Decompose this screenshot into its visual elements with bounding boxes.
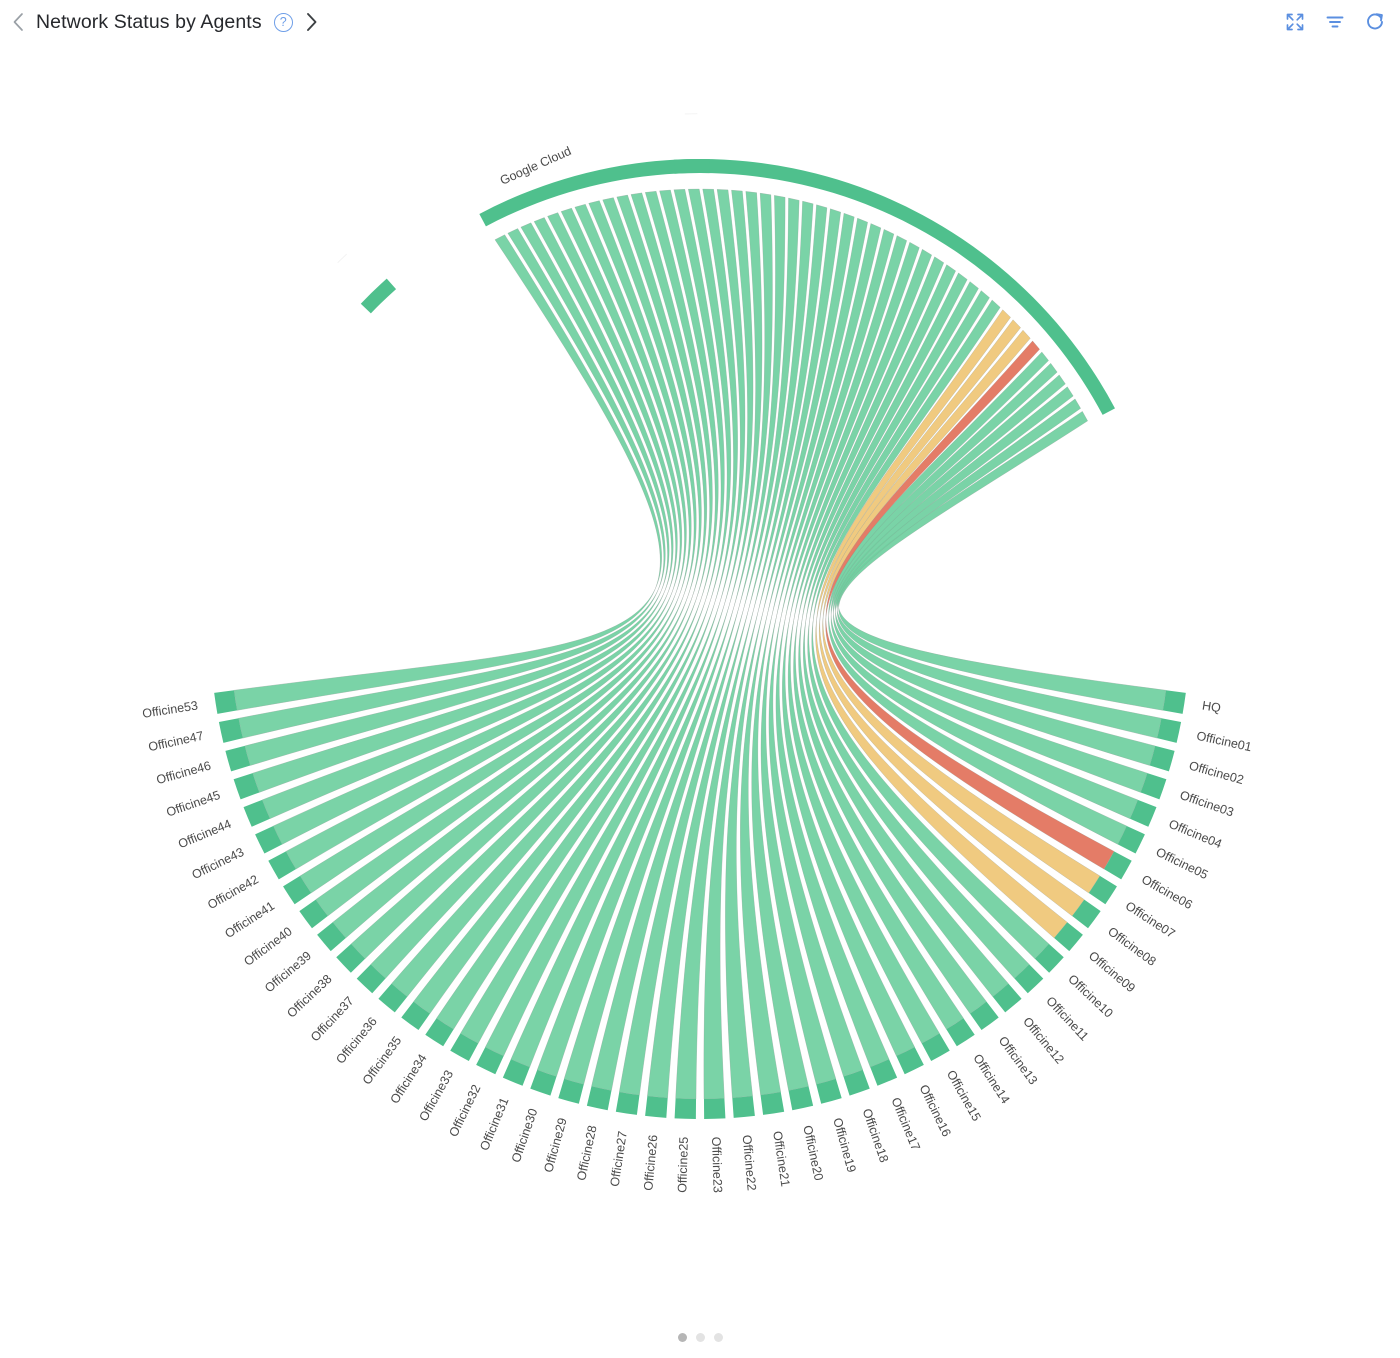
chevron-right-icon[interactable]	[303, 10, 319, 34]
pagination-dot-2[interactable]	[695, 1332, 705, 1342]
node-label-officine14: Officine14	[970, 1052, 1012, 1107]
node-label-officine46: Officine46	[155, 759, 213, 788]
agent-node-officine22[interactable]	[732, 1096, 755, 1118]
agent-node-officine25[interactable]	[674, 1098, 697, 1119]
chord-link-officine04[interactable]	[830, 362, 1139, 820]
page-header: Network Status by Agents ?	[0, 0, 1400, 44]
node-label-officine08: Officine08	[1105, 924, 1158, 969]
node-label-officine35: Officine35	[360, 1034, 405, 1087]
agent-node-officine26[interactable]	[645, 1096, 668, 1118]
node-label-officine05: Officine05	[1154, 845, 1211, 882]
chord-diagram-container[interactable]: — — Google Cloud HQ Officine01 Officine02 Offi…	[0, 44, 1400, 1320]
node-label-officine18: Officine18	[860, 1107, 892, 1165]
node-label-officine32: Officine32	[446, 1082, 483, 1139]
agent-node-officine01[interactable]	[1157, 718, 1182, 743]
node-label-officine04: Officine04	[1167, 817, 1224, 851]
node-label-officine03: Officine03	[1178, 788, 1236, 820]
node-label-officine29: Officine29	[541, 1116, 570, 1174]
node-label-officine28: Officine28	[574, 1124, 599, 1182]
node-label-officine26: Officine26	[641, 1134, 660, 1191]
agent-node-officine23[interactable]	[703, 1098, 726, 1119]
node-label-officine23: Officine23	[709, 1137, 725, 1193]
chevron-left-icon[interactable]	[10, 10, 26, 34]
node-label-officine47: Officine47	[147, 729, 205, 755]
chord-links-layer	[233, 188, 1167, 1100]
node-label-officine42: Officine42	[205, 872, 261, 912]
faded-hub-label-2: —	[685, 106, 698, 120]
agent-node-officine47[interactable]	[218, 718, 243, 743]
node-label-officine22: Officine22	[740, 1134, 759, 1191]
node-label-officine11: Officine11	[1043, 994, 1091, 1044]
node-label-officine02: Officine02	[1187, 759, 1245, 788]
expand-icon[interactable]	[1284, 11, 1306, 33]
node-label-officine40: Officine40	[241, 924, 294, 969]
carousel-pagination[interactable]	[0, 1330, 1400, 1344]
node-label-officine45: Officine45	[164, 788, 222, 820]
node-label-officine44: Officine44	[176, 817, 233, 851]
cutoff-bottom-text: — — — — — —	[1010, 1348, 1400, 1358]
node-label-officine13: Officine13	[996, 1034, 1041, 1087]
agent-node-officine20[interactable]	[788, 1086, 814, 1111]
node-label-officine15: Officine15	[944, 1068, 984, 1124]
node-label-officine36: Officine36	[333, 1014, 380, 1066]
question-mark-icon[interactable]: ?	[273, 12, 293, 32]
agent-node-officine53[interactable]	[214, 690, 238, 714]
faded-hub-node-2[interactable]	[673, 159, 710, 174]
node-label-hq: HQ	[1201, 698, 1222, 715]
filter-icon[interactable]	[1324, 11, 1346, 33]
node-label-officine25: Officine25	[675, 1136, 691, 1192]
faded-hub-node-1[interactable]	[360, 278, 397, 314]
page-title: Network Status by Agents	[36, 10, 262, 33]
refresh-icon[interactable]	[1364, 11, 1386, 33]
node-label-officine27: Officine27	[608, 1130, 630, 1188]
node-label-officine53: Officine53	[141, 698, 199, 720]
pagination-dot-3[interactable]	[713, 1332, 723, 1342]
node-label-officine31: Officine31	[477, 1095, 511, 1152]
pagination-dot-1[interactable]	[677, 1332, 687, 1342]
node-label-officine12: Officine12	[1020, 1015, 1067, 1067]
node-label-officine21: Officine21	[770, 1130, 792, 1188]
chord-diagram[interactable]: ——Google CloudHQOfficine01Officine02Offi…	[0, 44, 1400, 1320]
agent-node-officine21[interactable]	[760, 1092, 785, 1115]
agent-node-officine28[interactable]	[586, 1086, 612, 1111]
node-label-officine06: Officine06	[1139, 872, 1195, 912]
node-label-officine34: Officine34	[388, 1052, 430, 1107]
node-label-officine41: Officine41	[222, 899, 277, 941]
node-label-officine33: Officine33	[416, 1068, 456, 1124]
header-left-group: Network Status by Agents ?	[10, 10, 319, 34]
node-label-officine19: Officine19	[830, 1116, 859, 1174]
agent-node-officine27[interactable]	[615, 1092, 640, 1115]
node-label-officine43: Officine43	[190, 845, 247, 882]
header-actions	[1284, 11, 1386, 33]
node-label-officine30: Officine30	[509, 1107, 541, 1165]
node-label-officine17: Officine17	[888, 1095, 922, 1152]
node-label-officine01: Officine01	[1195, 729, 1253, 755]
node-label-officine20: Officine20	[800, 1124, 825, 1182]
node-label-officine16: Officine16	[917, 1082, 954, 1139]
node-label-officine07: Officine07	[1123, 899, 1178, 941]
faded-hub-label-1: —	[332, 248, 351, 267]
agent-node-hq[interactable]	[1162, 690, 1186, 714]
